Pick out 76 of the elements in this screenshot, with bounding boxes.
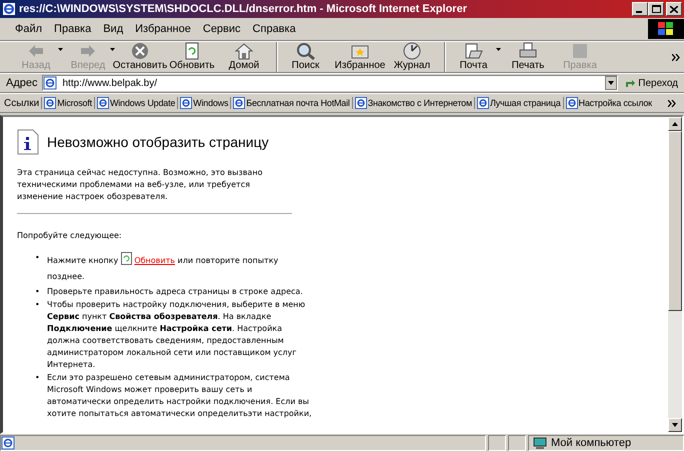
info-icon: [17, 129, 39, 155]
chevron-icon[interactable]: [672, 54, 680, 60]
page-icon: [233, 97, 246, 109]
close-button[interactable]: [666, 2, 682, 16]
scroll-up-button[interactable]: [668, 117, 682, 131]
chevron-icon[interactable]: [668, 100, 676, 106]
link-button[interactable]: Лучшая страница: [474, 97, 563, 109]
search-icon: [296, 42, 316, 60]
link-button[interactable]: Настройка ссылок: [562, 97, 654, 109]
go-arrow-icon: [624, 77, 636, 89]
scroll-down-button[interactable]: [668, 418, 682, 432]
toolbar-button[interactable]: Печать: [502, 42, 554, 72]
bullet-marker: •: [35, 299, 41, 311]
dropdown-button[interactable]: [605, 76, 618, 90]
toolbar-button[interactable]: Остановить: [114, 42, 166, 72]
toolbar-button[interactable]: Поиск: [276, 42, 334, 72]
minimize-button[interactable]: [632, 2, 648, 16]
bullet-text: Если это разрешено сетевым администратором, система Microsoft Windows может проверить вашу сеть и автоматически определить настройки подключения. Если вы хотите попытаться автоматически определитьэти настройки,: [47, 372, 313, 420]
toolbar-button[interactable]: Обновить: [166, 42, 218, 72]
refresh-link[interactable]: Обновить: [134, 256, 175, 265]
intro-text: Эта страница сейчас недоступна. Возможно, это вызвано техническими проблемами на веб-узле, или требуется изменение настроек обозревателя.: [17, 167, 264, 203]
dropdown-arrow-icon: [496, 48, 500, 51]
zone-label: Мой компьютер: [551, 437, 632, 449]
go-button[interactable]: Переход: [622, 77, 680, 89]
page-icon: [1, 436, 15, 450]
page-icon: [566, 97, 578, 109]
forward-arrow-icon: [78, 42, 98, 60]
menu-item[interactable]: Правка: [49, 23, 96, 35]
maximize-button[interactable]: [648, 2, 664, 16]
link-button[interactable]: Знакомство с Интернетом: [352, 97, 474, 109]
refresh-icon: [120, 252, 132, 265]
close-icon: [670, 6, 678, 12]
suggestion-heading: Попробуйте следующее:: [17, 230, 123, 242]
address-field[interactable]: http://www.belpak.by/: [42, 75, 618, 91]
computer-icon: [533, 436, 547, 450]
page-icon: [42, 76, 56, 90]
bullet-marker: •: [35, 372, 41, 384]
link-button[interactable]: Microsoft: [41, 97, 94, 109]
down-arrow-icon: [672, 423, 678, 427]
page-icon: [44, 97, 56, 109]
up-arrow-icon: [672, 122, 678, 126]
toolbar-button[interactable]: Домой: [218, 42, 270, 72]
page-icon: [180, 97, 192, 109]
flag-icon: [657, 21, 675, 37]
bullet-text: Чтобы проверить настройку подключения, выберите в меню Сервис пункт Свойства обозревателя. На вкладке Подключение щелкните Настройка сети. Настройка должна соответствовать сведениям, предоставленным администратором локальной сети или поставщиком услуг Интернета.: [47, 299, 306, 371]
link-button[interactable]: Windows: [177, 97, 230, 109]
home-icon: [234, 42, 254, 60]
toolbar-button[interactable]: Журнал: [386, 42, 438, 72]
menu-item[interactable]: Избранное: [130, 23, 196, 35]
history-icon: [402, 42, 422, 60]
menu-item[interactable]: Файл: [10, 23, 48, 35]
bullet-marker: •: [35, 252, 41, 264]
scrollbar[interactable]: [668, 117, 682, 432]
menu-item[interactable]: Сервис: [198, 23, 246, 35]
scroll-thumb[interactable]: [668, 131, 682, 311]
bullet-marker: •: [35, 286, 41, 298]
page-icon: [476, 97, 489, 109]
menu-item[interactable]: Вид: [98, 23, 128, 35]
maximize-icon: [652, 5, 660, 13]
browser-icon: [2, 2, 16, 16]
page-icon: [96, 97, 109, 109]
link-button[interactable]: Бесплатная почта HotMail: [230, 97, 352, 109]
dropdown-arrow-icon: [110, 48, 115, 51]
down-arrow-icon: [608, 81, 614, 85]
bullet-text: Нажмите кнопку Обновить или повторите попытку позднее.: [47, 252, 315, 285]
toolbar-button[interactable]: Почта: [444, 42, 502, 72]
address-label: Адрес: [6, 77, 38, 89]
dropdown-arrow-icon: [58, 48, 63, 51]
links-label: Ссылки: [4, 98, 40, 108]
bullet-text: Проверьте правильность адреса страницы в строке адреса.: [47, 286, 303, 298]
menu-item[interactable]: Справка: [248, 23, 301, 35]
toolbar-button[interactable]: Избранное: [334, 42, 386, 72]
window-title: res://C:\WINDOWS\SYSTEM\SHDOCLC.DLL/dnserror.htm - Microsoft Internet Explorer: [19, 3, 468, 15]
error-heading: Невозможно отобразить страницу: [47, 136, 269, 148]
page-icon: [354, 97, 367, 109]
link-button[interactable]: Windows Update: [94, 97, 178, 109]
